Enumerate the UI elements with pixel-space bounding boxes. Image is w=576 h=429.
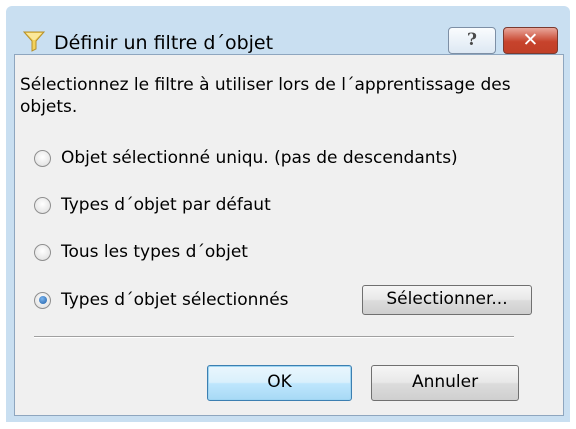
ok-button[interactable]: OK <box>207 365 352 401</box>
dialog-title: Définir un filtre d´objet <box>54 32 274 54</box>
option-label[interactable]: Types d´objet par défaut <box>61 194 271 216</box>
radio-dot <box>38 296 47 304</box>
option-label[interactable]: Objet sélectionné uniqu. (pas de descend… <box>61 147 458 169</box>
dialog-window: Définir un filtre d´objet ? ✕ Sélectionn… <box>0 0 576 429</box>
radio-button[interactable] <box>34 243 51 261</box>
radio-button-checked[interactable] <box>34 291 51 309</box>
option-all-object-types[interactable]: Tous les types d´objet <box>34 240 248 264</box>
option-selected-object-types[interactable]: Types d´objet sélectionnés <box>34 288 289 312</box>
select-button[interactable]: Sélectionner... <box>362 285 532 315</box>
close-button[interactable]: ✕ <box>503 27 558 54</box>
filter-icon <box>23 31 45 52</box>
option-default-object-types[interactable]: Types d´objet par défaut <box>34 193 271 217</box>
window-frame-left <box>6 54 14 420</box>
radio-button[interactable] <box>34 196 51 214</box>
cancel-button[interactable]: Annuler <box>371 365 519 401</box>
option-label[interactable]: Tous les types d´objet <box>61 241 248 263</box>
radio-button[interactable] <box>34 149 51 167</box>
instruction-text: Sélectionnez le filtre à utiliser lors d… <box>20 75 511 117</box>
title-bar[interactable]: Définir un filtre d´objet ? ✕ <box>6 6 570 54</box>
option-selected-object-only[interactable]: Objet sélectionné uniqu. (pas de descend… <box>34 146 458 170</box>
separator <box>34 336 514 338</box>
option-label[interactable]: Types d´objet sélectionnés <box>61 289 289 311</box>
help-button[interactable]: ? <box>448 27 496 54</box>
